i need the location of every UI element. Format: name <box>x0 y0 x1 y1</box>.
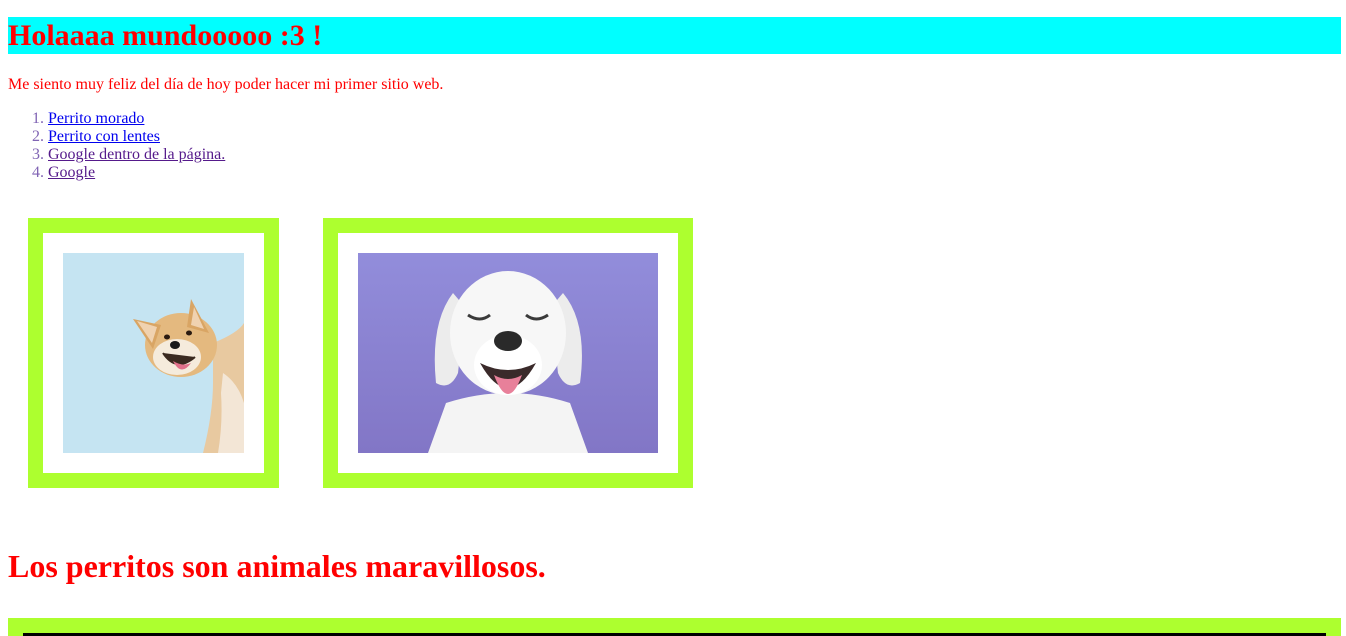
shiba-dog-photo <box>63 253 244 453</box>
list-item: Perrito morado <box>48 110 225 128</box>
link-perrito-morado[interactable]: Perrito morado <box>48 110 144 127</box>
list-item: Perrito con lentes <box>48 128 225 146</box>
page: Holaaaa mundooooo :3 ! Me siento muy fel… <box>0 0 1346 636</box>
link-perrito-con-lentes[interactable]: Perrito con lentes <box>48 128 160 145</box>
white-puppy-illustration <box>358 253 658 453</box>
secondary-heading: Los perritos son animales maravillosos. <box>8 548 546 584</box>
link-google[interactable]: Google <box>48 164 95 181</box>
photo-frame-white-puppy <box>323 218 693 488</box>
intro-paragraph: Me siento muy feliz del día de hoy poder… <box>8 76 444 93</box>
list-item: Google dentro de la página. <box>48 146 225 164</box>
shiba-dog-illustration <box>63 253 244 453</box>
white-puppy-photo <box>358 253 658 453</box>
list-item: Google <box>48 164 225 182</box>
page-title: Holaaaa mundooooo :3 ! <box>8 19 323 52</box>
bottom-frame-band <box>8 618 1341 636</box>
photo-frame-shiba <box>28 218 279 488</box>
link-google-embedded[interactable]: Google dentro de la página. <box>48 146 225 163</box>
link-list: Perrito morado Perrito con lentes Google… <box>8 110 225 182</box>
